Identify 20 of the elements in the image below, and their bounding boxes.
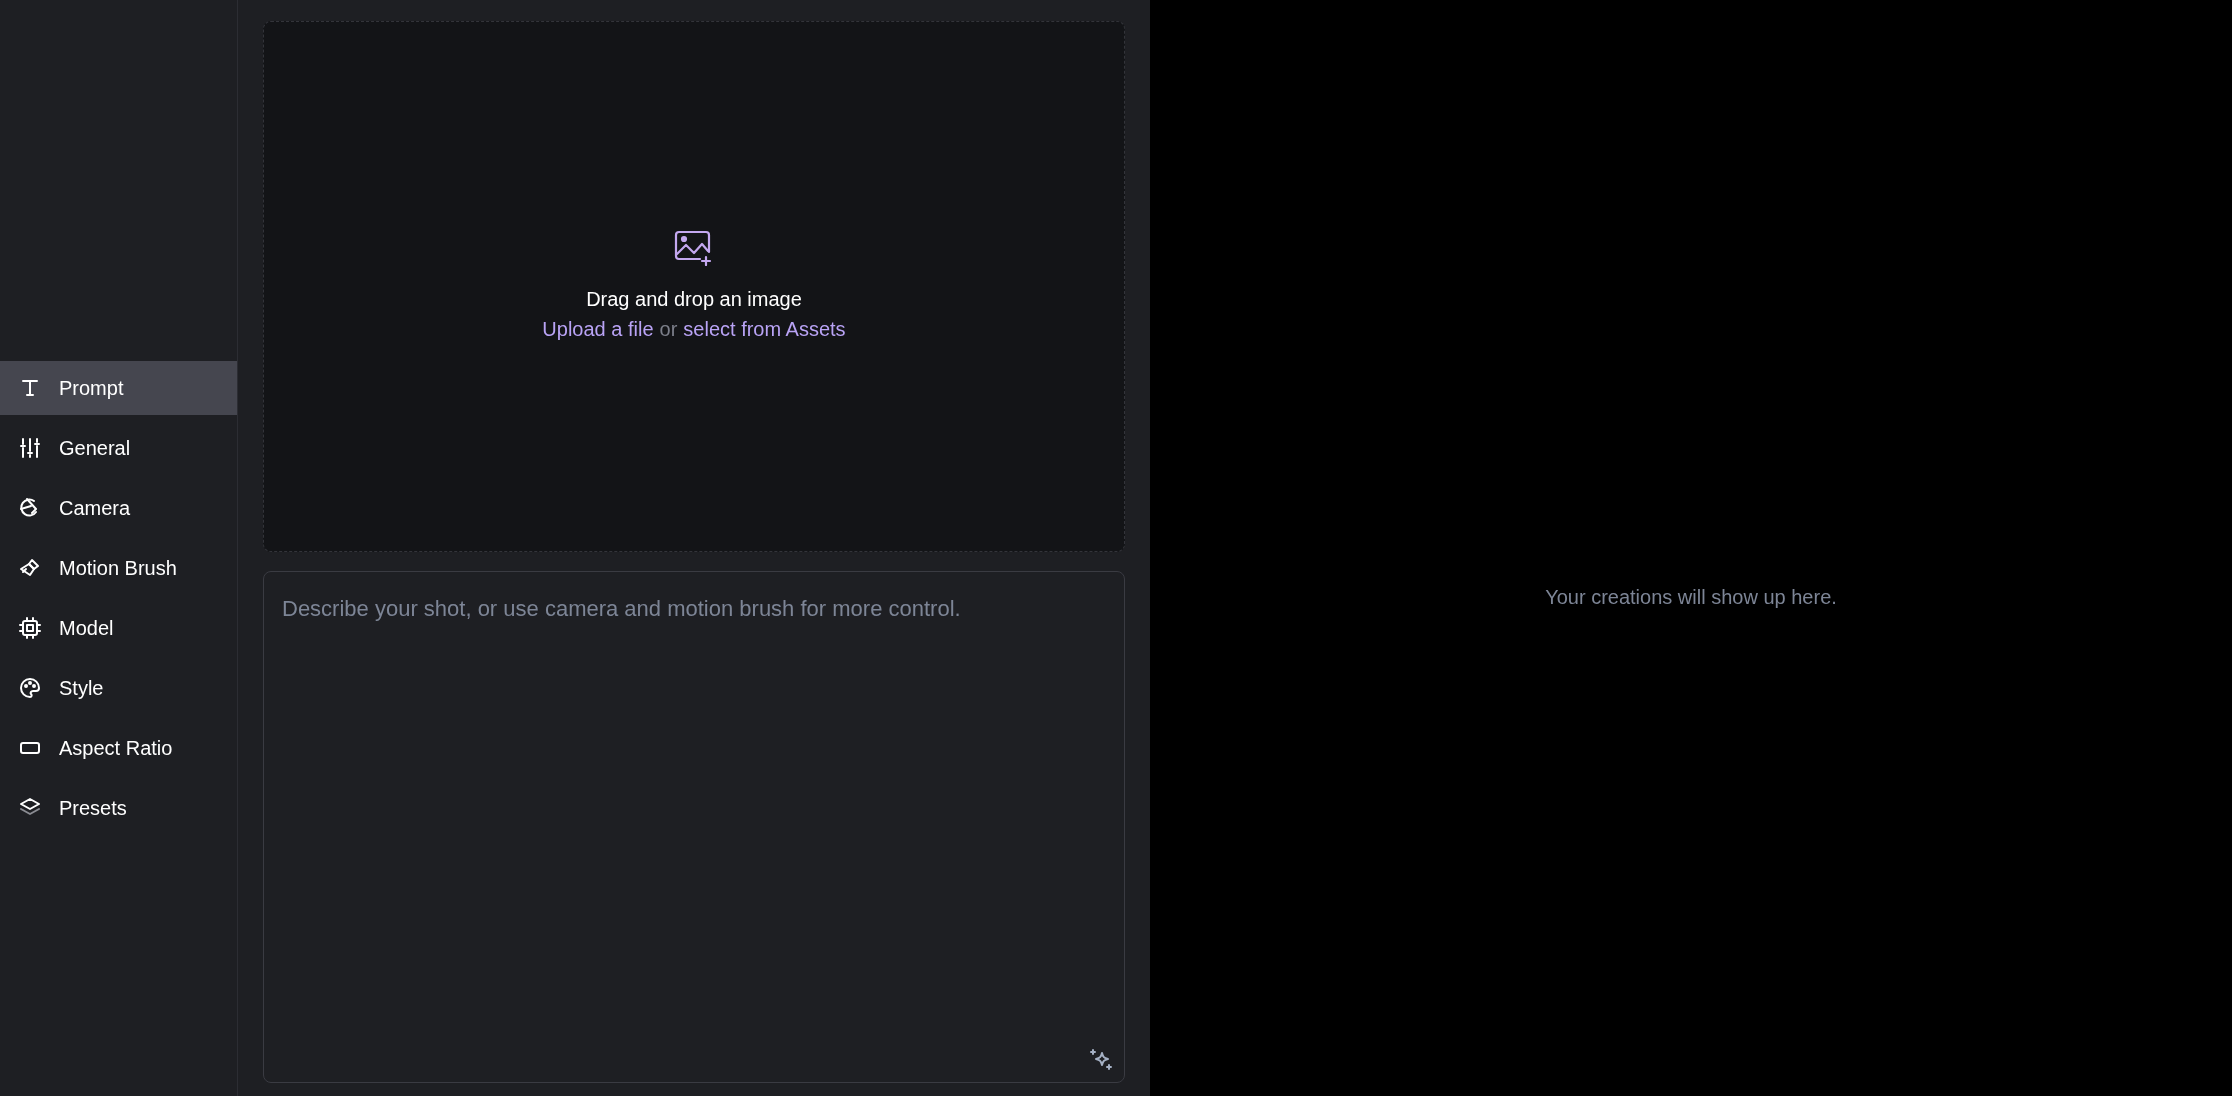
palette-icon — [18, 676, 42, 700]
upload-link[interactable]: Upload a file — [542, 313, 654, 344]
sidebar-item[interactable]: Camera — [0, 481, 237, 535]
image-dropzone[interactable]: Drag and drop an image Upload a file or select from Assets — [263, 21, 1125, 552]
image-add-icon — [674, 229, 714, 266]
empty-output-message: Your creations will show up here. — [1545, 585, 1837, 610]
sliders-icon — [18, 436, 42, 460]
assets-link[interactable]: select from Assets — [683, 313, 846, 344]
sidebar-item[interactable]: Prompt — [0, 361, 237, 415]
chip-icon — [18, 616, 42, 640]
sidebar-item[interactable]: Aspect Ratio — [0, 721, 237, 775]
sidebar-item[interactable]: Presets — [0, 781, 237, 835]
sidebar-item[interactable]: Motion Brush — [0, 541, 237, 595]
sparkle-icon[interactable] — [1089, 1047, 1113, 1071]
prompt-field[interactable]: Describe your shot, or use camera and motion brush for more control. — [263, 571, 1125, 1083]
sidebar-item[interactable]: General — [0, 421, 237, 475]
sidebar-item[interactable]: Model — [0, 601, 237, 655]
separator-text: or — [659, 316, 678, 342]
sidebar-item[interactable]: Style — [0, 661, 237, 715]
dropzone-title: Drag and drop an image — [586, 286, 802, 312]
